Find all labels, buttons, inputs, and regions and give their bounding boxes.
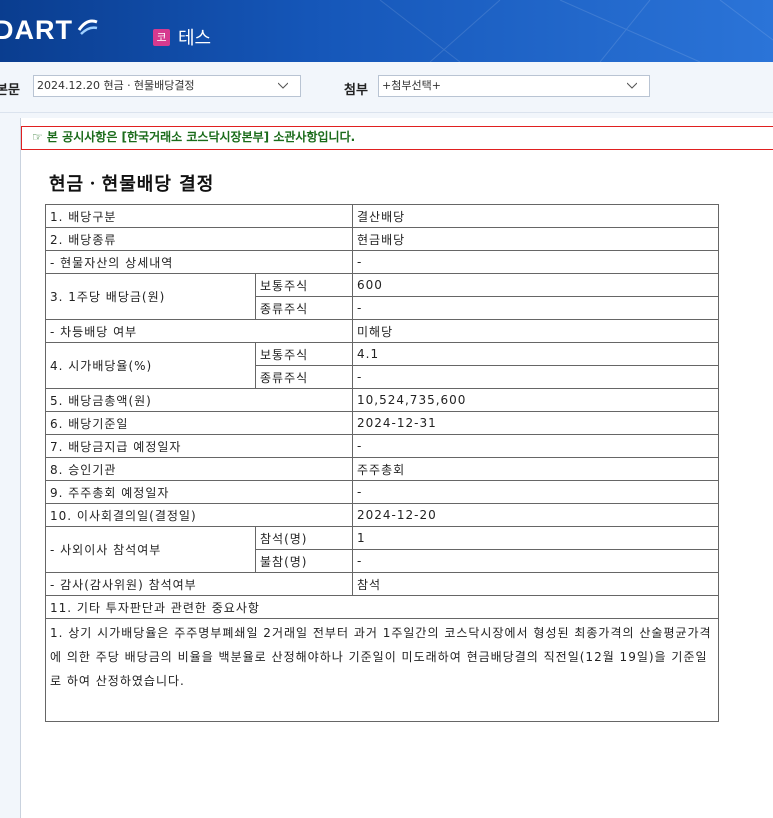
table-row: 1. 상기 시가배당율은 주주명부폐쇄일 2거래일 전부터 과거 1주일간의 코…	[45, 618, 719, 722]
table-row: 1. 배당구분 결산배당	[45, 204, 719, 228]
row-label: 7. 배당금지급 예정일자	[45, 434, 353, 458]
row-label: 3. 1주당 배당금(원)	[45, 273, 256, 320]
row-label: 9. 주주총회 예정일자	[45, 480, 353, 504]
document-title: 현금ㆍ현물배당 결정	[49, 174, 215, 195]
table-row: - 감사(감사위원) 참석여부 참석	[45, 572, 719, 596]
row-value: 4.1	[352, 342, 719, 366]
table-row: 6. 배당기준일 2024-12-31	[45, 411, 719, 435]
row-label: - 현물자산의 상세내역	[45, 250, 353, 274]
row-label: 6. 배당기준일	[45, 411, 353, 435]
dart-logo-text: DART	[0, 15, 73, 45]
attach-select-value: +첨부선택+	[382, 79, 441, 92]
table-row: 9. 주주총회 예정일자 -	[45, 480, 719, 504]
row-sublabel: 참석(명)	[255, 526, 353, 550]
table-row: - 사외이사 참석여부 참석(명) 1	[45, 526, 719, 573]
dart-swirl-icon	[75, 16, 99, 40]
row-value: 1	[352, 526, 719, 550]
attach-select[interactable]: +첨부선택+	[378, 75, 650, 97]
row-value: 참석	[352, 572, 719, 596]
body-select[interactable]: 2024.12.20 현금ㆍ현물배당결정	[33, 75, 301, 97]
table-row: 7. 배당금지급 예정일자 -	[45, 434, 719, 458]
row-value: 2024-12-20	[352, 503, 719, 527]
document-viewer: ☞ 본 공시사항은 [한국거래소 코스닥시장본부] 소관사항입니다. 현금ㆍ현물…	[20, 118, 773, 818]
company-title: 코 테스	[153, 24, 211, 50]
header-background-pattern	[379, 0, 773, 62]
row-label: 5. 배당금총액(원)	[45, 388, 353, 412]
row-value: -	[352, 434, 719, 458]
row-value: -	[352, 549, 719, 573]
table-row: 2. 배당종류 현금배당	[45, 227, 719, 251]
table-row: 8. 승인기관 주주총회	[45, 457, 719, 481]
table-row: 11. 기타 투자판단과 관련한 중요사항	[45, 595, 719, 619]
row-value: 미해당	[352, 319, 719, 343]
disclosure-table: 1. 배당구분 결산배당 2. 배당종류 현금배당 - 현물자산의 상세내역 - 3.…	[45, 204, 719, 722]
row-label: 11. 기타 투자판단과 관련한 중요사항	[45, 595, 719, 619]
row-sublabel: 보통주식	[255, 273, 353, 297]
row-sublabel: 종류주식	[255, 296, 353, 320]
row-label: 8. 승인기관	[45, 457, 353, 481]
row-value: 2024-12-31	[352, 411, 719, 435]
important-note: 1. 상기 시가배당율은 주주명부폐쇄일 2거래일 전부터 과거 1주일간의 코…	[45, 618, 719, 722]
company-name: 테스	[178, 28, 212, 49]
row-sublabel: 보통주식	[255, 342, 353, 366]
header-bar: DART 코 테스	[0, 0, 773, 62]
table-row: 10. 이사회결의일(결정일) 2024-12-20	[45, 503, 719, 527]
row-label: - 감사(감사위원) 참석여부	[45, 572, 353, 596]
row-value: -	[352, 365, 719, 389]
table-row: - 현물자산의 상세내역 -	[45, 250, 719, 274]
row-value: 결산배당	[352, 204, 719, 228]
row-value: -	[352, 480, 719, 504]
row-value: 600	[352, 273, 719, 297]
table-row: - 차등배당 여부 미해당	[45, 319, 719, 343]
row-label: 2. 배당종류	[45, 227, 353, 251]
jurisdiction-notice: ☞ 본 공시사항은 [한국거래소 코스닥시장본부] 소관사항입니다.	[21, 126, 773, 150]
chevron-down-icon	[278, 82, 288, 89]
table-row: 3. 1주당 배당금(원) 보통주식 600	[45, 273, 719, 320]
row-sublabel: 불참(명)	[255, 549, 353, 573]
table-row: 5. 배당금총액(원) 10,524,735,600	[45, 388, 719, 412]
row-value: -	[352, 250, 719, 274]
row-label: 10. 이사회결의일(결정일)	[45, 503, 353, 527]
row-label: - 사외이사 참석여부	[45, 526, 256, 573]
row-value: 현금배당	[352, 227, 719, 251]
row-value: 10,524,735,600	[352, 388, 719, 412]
row-value: -	[352, 296, 719, 320]
kosdaq-badge: 코	[153, 28, 170, 46]
row-value: 주주총회	[352, 457, 719, 481]
body-label: 본문	[0, 83, 20, 98]
row-label: 4. 시가배당율(%)	[45, 342, 256, 389]
attach-label: 첨부	[344, 83, 368, 98]
chevron-down-icon	[627, 82, 637, 89]
row-label: 1. 배당구분	[45, 204, 353, 228]
row-label: - 차등배당 여부	[45, 319, 353, 343]
row-sublabel: 종류주식	[255, 365, 353, 389]
table-row: 4. 시가배당율(%) 보통주식 4.1	[45, 342, 719, 389]
body-select-value: 2024.12.20 현금ㆍ현물배당결정	[37, 79, 195, 92]
dart-logo[interactable]: DART	[0, 15, 99, 46]
document-toolbar: 본문 2024.12.20 현금ㆍ현물배당결정 첨부 +첨부선택+	[0, 62, 773, 113]
